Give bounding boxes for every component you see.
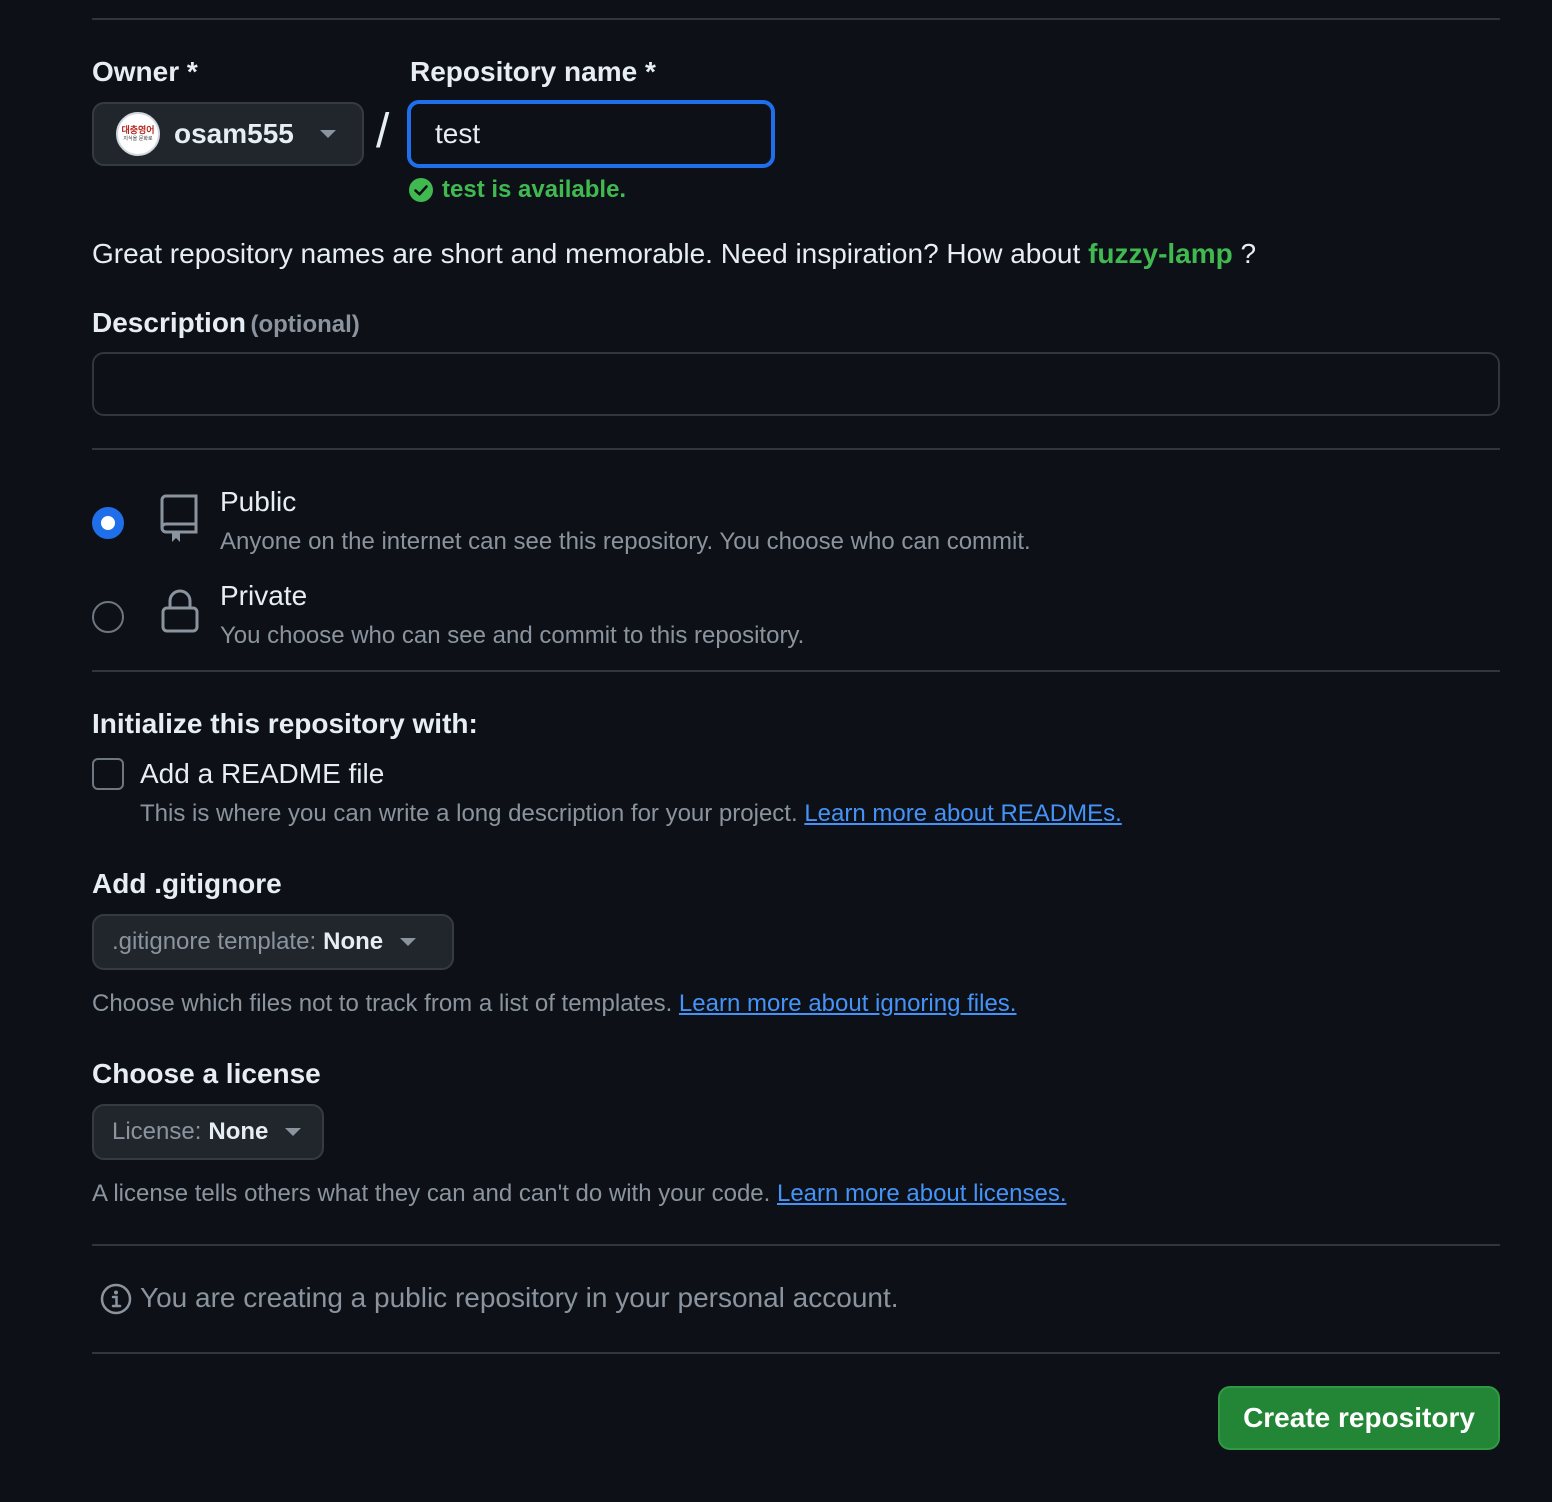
check-circle-icon: [409, 178, 433, 202]
divider: [92, 1244, 1500, 1246]
private-description: You choose who can see and commit to thi…: [220, 622, 805, 649]
avatar-subtext: 지식을 문화로: [123, 136, 153, 142]
private-radio[interactable]: [92, 601, 124, 633]
lock-icon: [161, 589, 199, 633]
initialize-heading: Initialize this repository with:: [92, 708, 478, 739]
owner-select[interactable]: 대충영어 지식을 문화로 osam555: [92, 102, 364, 166]
license-help: A license tells others what they can and…: [92, 1180, 1066, 1208]
license-description: A license tells others what they can and…: [92, 1180, 771, 1207]
readme-label: Add a README file: [140, 758, 385, 789]
readme-learn-more-link[interactable]: Learn more about READMEs.: [804, 800, 1121, 827]
availability-text: test is available.: [442, 176, 627, 203]
chevron-down-icon: [285, 1128, 302, 1136]
gitignore-select-prefix: .gitignore template:: [112, 928, 317, 955]
gitignore-help: Choose which files not to track from a l…: [92, 990, 1016, 1018]
divider: [92, 1352, 1500, 1354]
description-input[interactable]: [92, 352, 1500, 416]
availability-message: test is available.: [409, 176, 626, 204]
suggestion-text: Great repository names are short and mem…: [92, 238, 1081, 269]
create-repository-button[interactable]: Create repository: [1218, 1386, 1500, 1450]
repo-icon: [160, 494, 198, 542]
description-label: Description: [92, 307, 247, 338]
chevron-down-icon: [319, 130, 336, 138]
divider: [92, 448, 1500, 450]
readme-checkbox[interactable]: [92, 758, 124, 790]
name-suggestion: Great repository names are short and mem…: [92, 238, 1256, 270]
top-divider: [92, 18, 1500, 20]
owner-repo-separator: /: [376, 105, 390, 158]
private-title: Private: [220, 580, 308, 611]
public-title: Public: [220, 486, 297, 517]
divider: [92, 670, 1500, 672]
repo-name-input[interactable]: [407, 100, 775, 168]
owner-label: Owner *: [92, 56, 198, 87]
owner-name: osam555: [174, 118, 294, 149]
gitignore-heading: Add .gitignore: [92, 868, 282, 899]
gitignore-learn-more-link[interactable]: Learn more about ignoring files.: [679, 990, 1017, 1017]
license-select[interactable]: License: None: [92, 1104, 324, 1160]
gitignore-template-select[interactable]: .gitignore template: None: [92, 914, 454, 970]
license-select-prefix: License:: [112, 1118, 202, 1145]
gitignore-select-value: None: [323, 928, 384, 955]
suggested-name-link[interactable]: fuzzy-lamp: [1088, 238, 1233, 269]
new-repository-form: Owner * 대충영어 지식을 문화로 osam555 / Repositor…: [0, 0, 1552, 1502]
info-icon: [100, 1283, 132, 1315]
repo-name-label: Repository name *: [410, 56, 656, 87]
gitignore-description: Choose which files not to track from a l…: [92, 990, 673, 1017]
license-select-value: None: [208, 1118, 269, 1145]
public-description: Anyone on the internet can see this repo…: [220, 528, 1031, 555]
license-learn-more-link[interactable]: Learn more about licenses.: [777, 1180, 1067, 1207]
readme-help: This is where you can write a long descr…: [140, 800, 1122, 828]
optional-label: (optional): [250, 311, 360, 338]
license-heading: Choose a license: [92, 1058, 321, 1089]
public-radio[interactable]: [92, 507, 124, 539]
avatar-text: 대충영어: [121, 126, 155, 136]
chevron-down-icon: [400, 938, 417, 946]
visibility-notice: You are creating a public repository in …: [140, 1282, 899, 1313]
description-label-row: Description (optional): [92, 307, 360, 339]
suggestion-end: ?: [1240, 238, 1257, 269]
avatar: 대충영어 지식을 문화로: [116, 112, 160, 156]
readme-description: This is where you can write a long descr…: [140, 800, 798, 827]
